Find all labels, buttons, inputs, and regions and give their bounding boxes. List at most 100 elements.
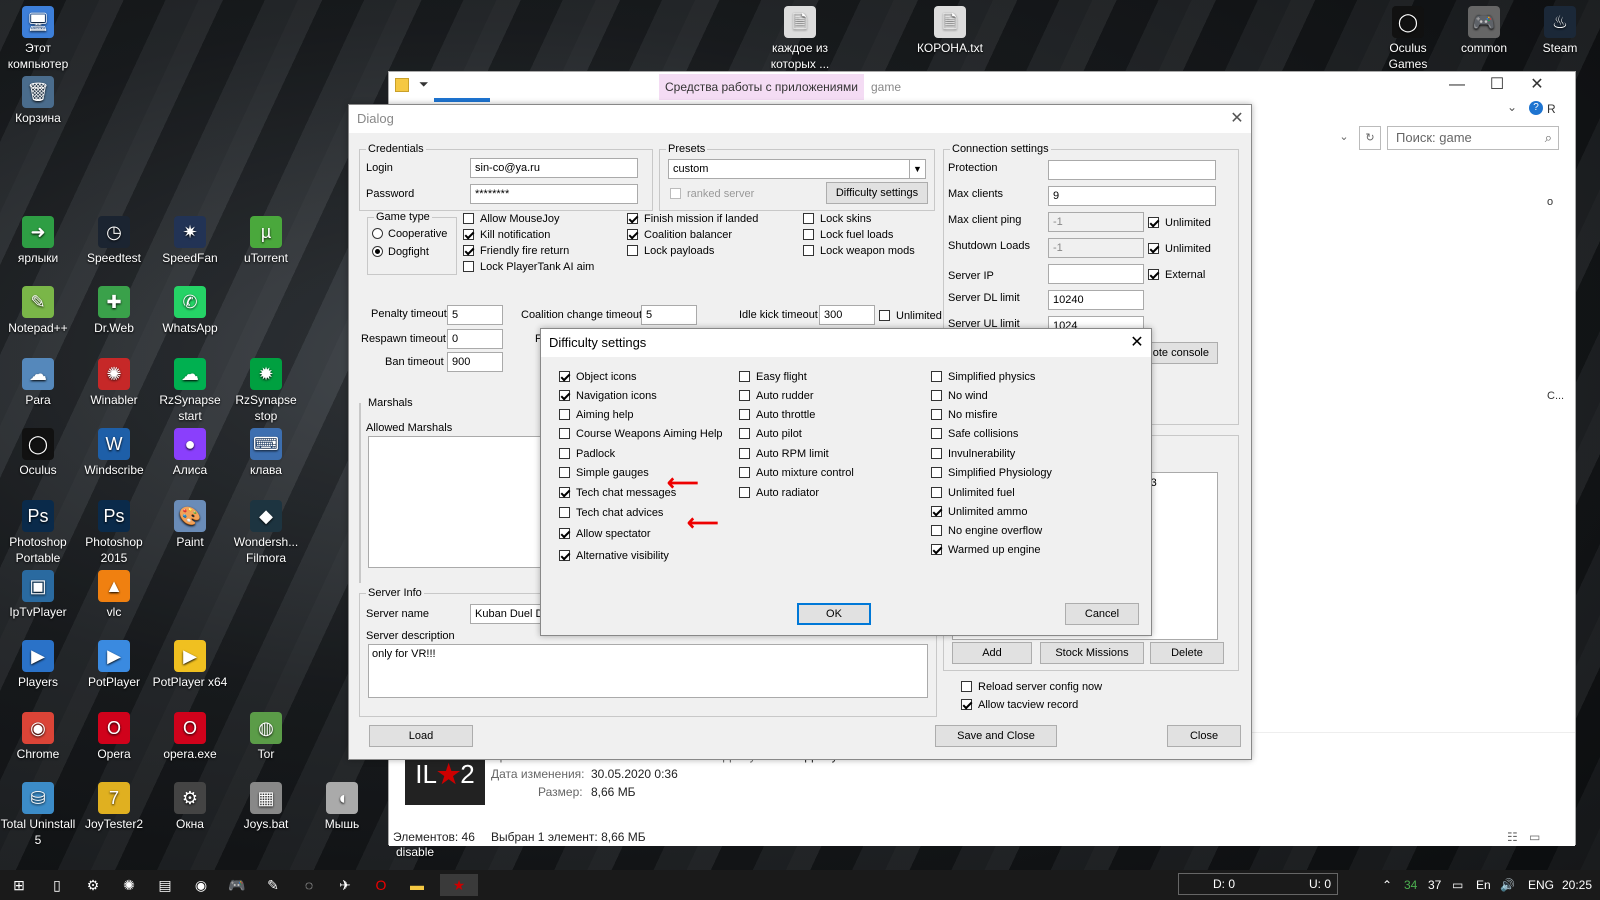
desktop-shortcut[interactable]: ⌨ клава: [228, 428, 304, 478]
checkbox-no-wind[interactable]: No wind: [931, 390, 988, 403]
password-input[interactable]: ********: [470, 184, 638, 204]
desktop-shortcut[interactable]: ▶ Players: [0, 640, 76, 690]
explorer-icon[interactable]: ▬: [406, 874, 428, 896]
delete-mission-button[interactable]: Delete: [1150, 642, 1224, 664]
taskbar-app-icon[interactable]: ◌: [298, 874, 320, 896]
close-button[interactable]: Close: [1167, 725, 1241, 747]
checkbox-auto-pilot[interactable]: Auto pilot: [739, 428, 802, 441]
desktop-shortcut[interactable]: O Opera: [76, 712, 152, 762]
checkbox-alternative-visibility[interactable]: Alternative visibility: [559, 550, 669, 563]
add-mission-button[interactable]: Add: [952, 642, 1032, 664]
checkbox-kill-notification[interactable]: Kill notification: [463, 229, 550, 242]
checkbox-aiming-help[interactable]: Aiming help: [559, 409, 633, 422]
desktop-shortcut[interactable]: ▣ IpTvPlayer: [0, 570, 76, 620]
ping-unlimited-checkbox[interactable]: Unlimited: [1148, 217, 1211, 230]
checkbox-simplified-physiology[interactable]: Simplified Physiology: [931, 467, 1052, 480]
desktop-shortcut[interactable]: 7 JoyTester2: [76, 782, 152, 832]
save-and-close-button[interactable]: Save and Close: [935, 725, 1057, 747]
checkbox-auto-rpm-limit[interactable]: Auto RPM limit: [739, 448, 829, 461]
qat-dropdown-icon[interactable]: ⏷: [419, 77, 429, 92]
ok-button[interactable]: OK: [797, 603, 871, 625]
checkbox-course-weapons-aiming-help[interactable]: Course Weapons Aiming Help: [559, 428, 723, 441]
desktop-shortcut[interactable]: ✺ Winabler: [76, 358, 152, 408]
desktop-shortcut[interactable]: 🖥 Этот компьютер: [0, 6, 76, 72]
server-ip-input[interactable]: [1048, 264, 1144, 284]
checkbox-easy-flight[interactable]: Easy flight: [739, 371, 807, 384]
language-indicator[interactable]: ENG: [1528, 870, 1554, 900]
checkbox-auto-mixture-control[interactable]: Auto mixture control: [739, 467, 854, 480]
presets-select[interactable]: custom ▼: [668, 159, 926, 179]
checkbox-unlimited-ammo[interactable]: Unlimited ammo: [931, 506, 1027, 519]
desktop-shortcut[interactable]: ▶ PotPlayer: [76, 640, 152, 690]
address-dropdown-icon[interactable]: ⌄: [1333, 126, 1355, 150]
close-icon[interactable]: ✕: [1517, 72, 1557, 100]
desktop-shortcut[interactable]: ✎ Notepad++: [0, 286, 76, 336]
checkbox-auto-rudder[interactable]: Auto rudder: [739, 390, 813, 403]
il2-taskbar-icon[interactable]: ★: [440, 874, 478, 896]
desktop-shortcut[interactable]: ☁ Para: [0, 358, 76, 408]
idle-unlimited-checkbox[interactable]: Unlimited: [879, 310, 942, 323]
checkbox-lock-skins[interactable]: Lock skins: [803, 213, 871, 226]
desktop-shortcut[interactable]: ▲ vlc: [76, 570, 152, 620]
desktop-shortcut[interactable]: ⛁ Total Uninstall 5: [0, 782, 76, 848]
ribbon-expand-icon[interactable]: ⌄: [1507, 100, 1517, 114]
help-icon[interactable]: ?: [1529, 101, 1543, 115]
desktop-shortcut[interactable]: ♨ Steam: [1522, 6, 1598, 56]
load-button[interactable]: Load: [369, 725, 473, 747]
dl-limit-input[interactable]: 10240: [1048, 290, 1144, 310]
shutdown-unlimited-checkbox[interactable]: Unlimited: [1148, 243, 1211, 256]
search-input[interactable]: Поиск: game ⌕: [1387, 126, 1559, 150]
taskbar-app-icon[interactable]: ✺: [118, 874, 140, 896]
taskbar-app-icon[interactable]: ▤: [154, 874, 176, 896]
desktop-shortcut[interactable]: ◍ Tor: [228, 712, 304, 762]
penalty-timeout-input[interactable]: 5: [447, 305, 503, 325]
desktop-shortcut[interactable]: Ps Photoshop Portable: [0, 500, 76, 566]
desktop-shortcut[interactable]: ✷ SpeedFan: [152, 216, 228, 266]
checkbox-auto-radiator[interactable]: Auto radiator: [739, 487, 819, 500]
reload-config-checkbox[interactable]: Reload server config now: [961, 681, 1102, 694]
checkbox-friendly-fire-return[interactable]: Friendly fire return: [463, 245, 569, 258]
tray-chevron-icon[interactable]: ⌃: [1382, 870, 1392, 900]
network-icon[interactable]: ▭: [1452, 870, 1463, 900]
ribbon-file-tab[interactable]: [434, 98, 490, 102]
desktop-shortcut[interactable]: ▦ Joys.bat: [228, 782, 304, 832]
desktop-shortcut[interactable]: 🗎 каждое из которых ...: [762, 6, 838, 72]
checkbox-navigation-icons[interactable]: Navigation icons: [559, 390, 657, 403]
checkbox-finish-mission-if-landed[interactable]: Finish mission if landed: [627, 213, 758, 226]
desktop-shortcut[interactable]: Oopera.exe: [152, 712, 228, 762]
checkbox-allow-mousejoy[interactable]: Allow MouseJoy: [463, 213, 559, 226]
checkbox-lock-payloads[interactable]: Lock payloads: [627, 245, 714, 258]
desktop-shortcut[interactable]: ◆ Wondersh... Filmora: [228, 500, 304, 566]
taskbar-app-icon[interactable]: ✎: [262, 874, 284, 896]
max-clients-input[interactable]: 9: [1048, 186, 1216, 206]
desktop-shortcut[interactable]: Ps Photoshop 2015: [76, 500, 152, 566]
desktop-shortcut[interactable]: ● Алиса: [152, 428, 228, 478]
stock-missions-button[interactable]: Stock Missions: [1040, 642, 1144, 664]
ban-timeout-input[interactable]: 900: [447, 352, 503, 372]
server-name-input[interactable]: Kuban Duel D: [470, 604, 542, 624]
desktop-shortcut[interactable]: µ uTorrent: [228, 216, 304, 266]
checkbox-tech-chat-messages[interactable]: Tech chat messages: [559, 487, 676, 500]
protection-input[interactable]: [1048, 160, 1216, 180]
checkbox-object-icons[interactable]: Object icons: [559, 371, 637, 384]
external-checkbox[interactable]: External: [1148, 269, 1205, 282]
max-ping-input[interactable]: -1: [1048, 212, 1144, 232]
desktop-shortcut[interactable]: ⚙ Окна: [152, 782, 228, 832]
start-icon[interactable]: ⊞: [8, 874, 30, 896]
allowed-marshals-list[interactable]: [368, 436, 544, 568]
idle-kick-input[interactable]: 300: [819, 305, 875, 325]
tiles-view-icon[interactable]: ▭: [1529, 828, 1540, 846]
checkbox-safe-collisions[interactable]: Safe collisions: [931, 428, 1018, 441]
checkbox-lock-weapon-mods[interactable]: Lock weapon mods: [803, 245, 915, 258]
desktop-shortcut[interactable]: ◷ Speedtest: [76, 216, 152, 266]
checkbox-simple-gauges[interactable]: Simple gauges: [559, 467, 649, 480]
desktop-shortcut[interactable]: 🗎 КОРОНА.txt: [912, 6, 988, 56]
desktop-shortcut[interactable]: ✚ Dr.Web: [76, 286, 152, 336]
server-description-input[interactable]: only for VR!!!: [368, 644, 928, 698]
close-icon[interactable]: ✕: [1223, 105, 1251, 133]
tacview-checkbox[interactable]: Allow tacview record: [961, 699, 1078, 712]
checkbox-tech-chat-advices[interactable]: Tech chat advices: [559, 507, 663, 520]
details-view-icon[interactable]: ☷: [1507, 828, 1518, 846]
desktop-shortcut[interactable]: 🗑 Корзина: [0, 76, 76, 126]
checkbox-warmed-up-engine[interactable]: Warmed up engine: [931, 544, 1041, 557]
